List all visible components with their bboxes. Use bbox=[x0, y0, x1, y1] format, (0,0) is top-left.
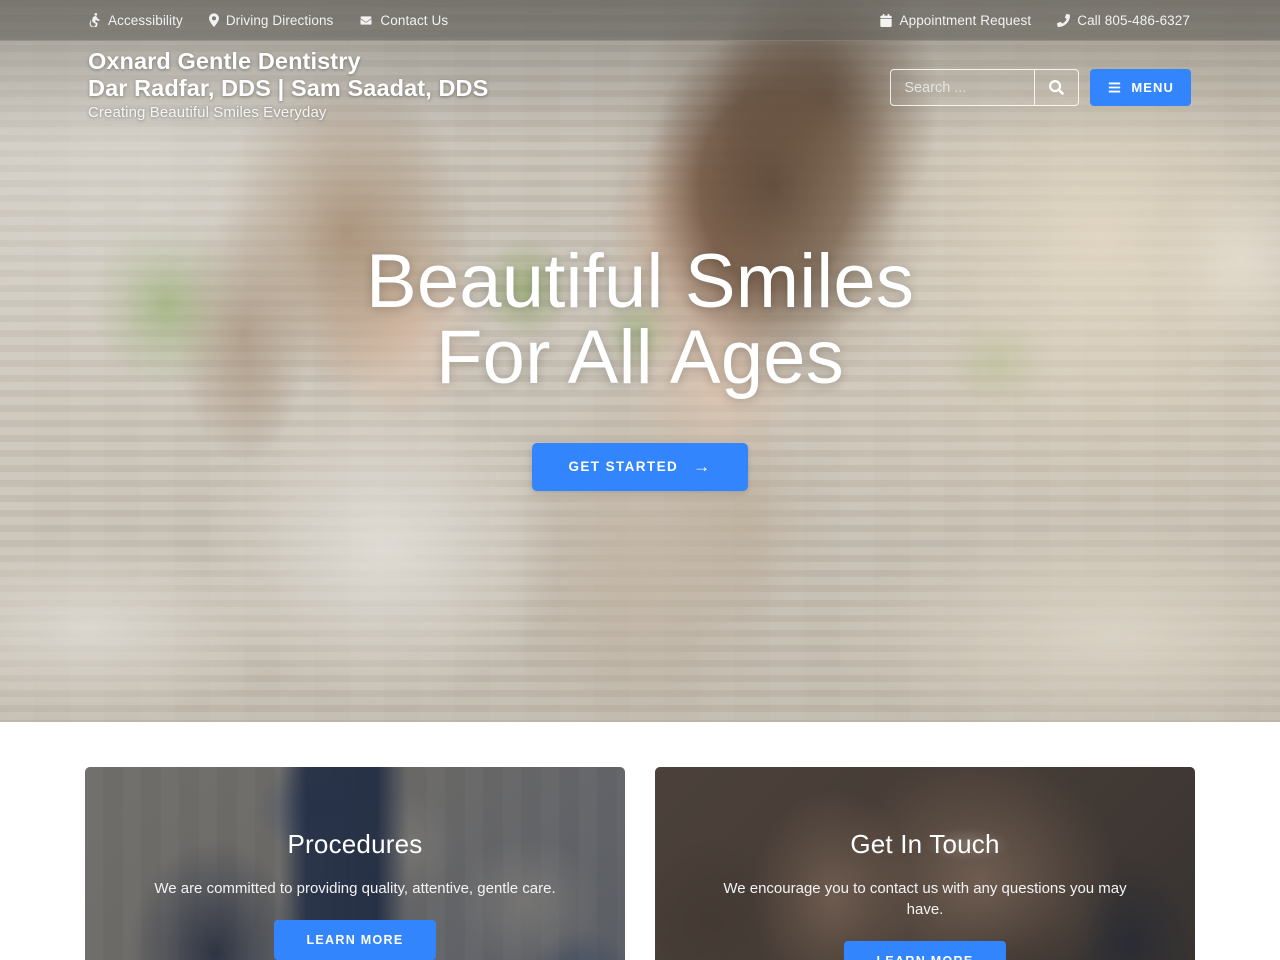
utility-link-label: Driving Directions bbox=[225, 12, 334, 28]
brand-block[interactable]: Oxnard Gentle Dentistry Dar Radfar, DDS … bbox=[88, 48, 488, 123]
get-started-label: GET STARTED bbox=[568, 459, 679, 474]
utility-bar-left-group: Accessibility Driving Directions Contact… bbox=[88, 13, 448, 28]
card-title: Get In Touch bbox=[850, 829, 1000, 859]
card-get-in-touch[interactable]: Get In Touch We encourage you to contact… bbox=[655, 767, 1195, 960]
practice-name: Oxnard Gentle Dentistry bbox=[88, 48, 361, 74]
arrow-right-icon: → bbox=[693, 457, 712, 476]
card-get-in-touch-body: Get In Touch We encourage you to contact… bbox=[655, 767, 1195, 960]
hero-headline: Beautiful Smiles For All Ages bbox=[366, 243, 914, 400]
utility-link-label: Appointment Request bbox=[899, 12, 1032, 28]
card-procedures-learn-more-button[interactable]: LEARN MORE bbox=[274, 920, 436, 960]
utility-link-label: Accessibility bbox=[108, 12, 183, 28]
tagline: Creating Beautiful Smiles Everyday bbox=[88, 104, 327, 121]
utility-link-label: Call 805-486-6327 bbox=[1077, 12, 1190, 28]
card-description: We encourage you to contact us with any … bbox=[723, 880, 1127, 918]
menu-button[interactable]: MENU bbox=[1090, 69, 1191, 106]
hero-headline-line2: For All Ages bbox=[436, 314, 844, 400]
utility-link-appointment-request[interactable]: Appointment Request bbox=[880, 13, 1031, 28]
card-procedures-body: Procedures We are committed to providing… bbox=[85, 767, 625, 960]
hamburger-icon bbox=[1107, 81, 1122, 94]
site-header: Oxnard Gentle Dentistry Dar Radfar, DDS … bbox=[0, 41, 1280, 123]
phone-icon bbox=[1057, 13, 1071, 27]
map-pin-icon bbox=[208, 13, 219, 27]
search-group bbox=[890, 69, 1080, 106]
card-title: Procedures bbox=[287, 829, 423, 859]
utility-link-contact-us[interactable]: Contact Us bbox=[359, 13, 448, 28]
envelope-icon bbox=[359, 15, 373, 26]
search-icon bbox=[1049, 80, 1065, 95]
card-procedures[interactable]: Procedures We are committed to providing… bbox=[85, 767, 625, 960]
utility-link-phone[interactable]: Call 805-486-6327 bbox=[1057, 13, 1190, 28]
search-input[interactable] bbox=[891, 70, 1035, 105]
utility-link-label: Contact Us bbox=[380, 12, 449, 28]
calendar-icon bbox=[880, 13, 893, 27]
doctor-names: Dar Radfar, DDS | Sam Saadat, DDS bbox=[88, 75, 489, 101]
utility-bar: Accessibility Driving Directions Contact… bbox=[0, 0, 1280, 41]
utility-link-accessibility[interactable]: Accessibility bbox=[88, 13, 183, 28]
hero-headline-line1: Beautiful Smiles bbox=[365, 238, 915, 324]
utility-link-driving-directions[interactable]: Driving Directions bbox=[208, 12, 334, 28]
card-contact-learn-more-button[interactable]: LEARN MORE bbox=[844, 941, 1006, 960]
feature-cards-section: Procedures We are committed to providing… bbox=[0, 722, 1280, 960]
menu-button-label: MENU bbox=[1131, 80, 1174, 95]
header-tools: MENU bbox=[890, 69, 1191, 106]
get-started-button[interactable]: GET STARTED → bbox=[532, 442, 748, 491]
card-description: We are committed to providing quality, a… bbox=[154, 880, 556, 897]
utility-bar-right-group: Appointment Request Call 805-486-6327 bbox=[880, 13, 1190, 28]
hero-section: Accessibility Driving Directions Contact… bbox=[0, 0, 1280, 722]
search-submit-button[interactable] bbox=[1034, 70, 1078, 105]
wheelchair-icon bbox=[88, 13, 101, 27]
